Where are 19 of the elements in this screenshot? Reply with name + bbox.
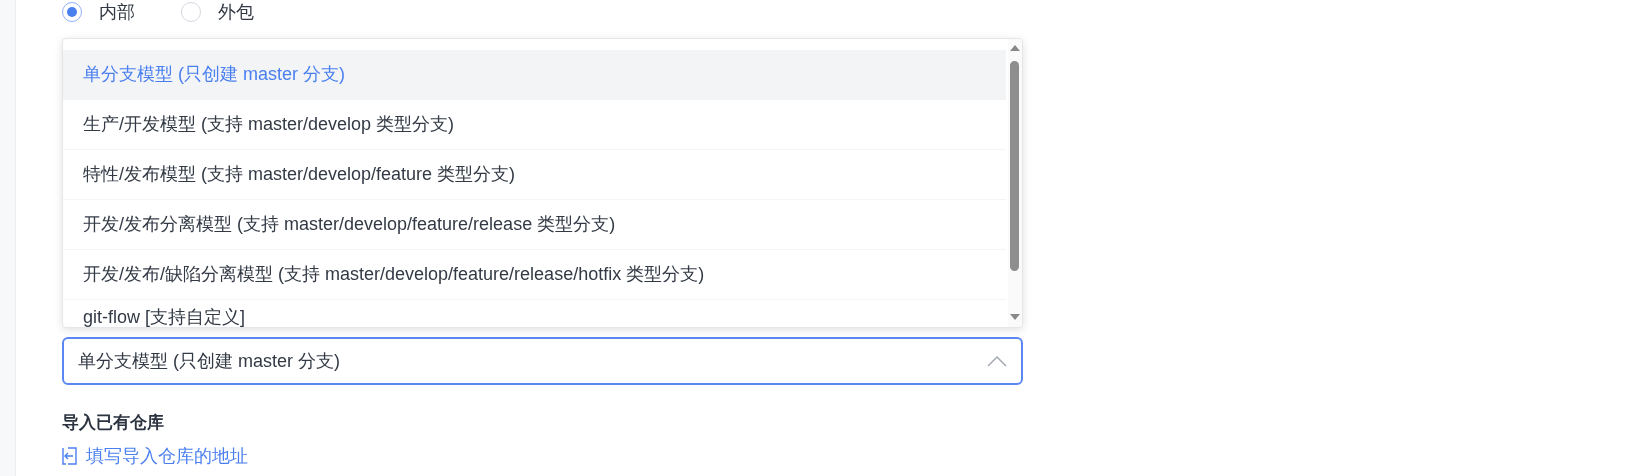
scrollbar[interactable] [1008,39,1022,327]
dropdown-option[interactable]: 生产/开发模型 (支持 master/develop 类型分支) [63,100,1006,150]
scroll-down-icon[interactable] [1010,314,1020,320]
scrollbar-thumb[interactable] [1010,61,1019,271]
model-select[interactable]: 单分支模型 (只创建 master 分支) [62,337,1023,385]
section-title: 导入已有仓库 [62,412,165,433]
import-icon [62,447,77,465]
dropdown-option[interactable]: git-flow [支持自定义] [63,300,1006,327]
import-link[interactable]: 填写导入仓库的地址 [62,444,248,468]
scroll-up-icon[interactable] [1010,45,1020,51]
radio-option[interactable]: 内部 [62,0,135,24]
dropdown-option[interactable]: 开发/发布/缺陷分离模型 (支持 master/develop/feature/release/hotfix 类型分支) [63,250,1006,300]
radio-option[interactable]: 外包 [181,0,254,24]
radio-label: 外包 [218,1,254,24]
dropdown-option[interactable]: 单分支模型 (只创建 master 分支) [63,50,1006,100]
dropdown-option[interactable]: 开发/发布分离模型 (支持 master/develop/feature/release 类型分支) [63,200,1006,250]
dropdown-option[interactable]: 特性/发布模型 (支持 master/develop/feature 类型分支) [63,150,1006,200]
radio-label: 内部 [99,1,135,24]
chevron-up-icon [987,355,1007,367]
